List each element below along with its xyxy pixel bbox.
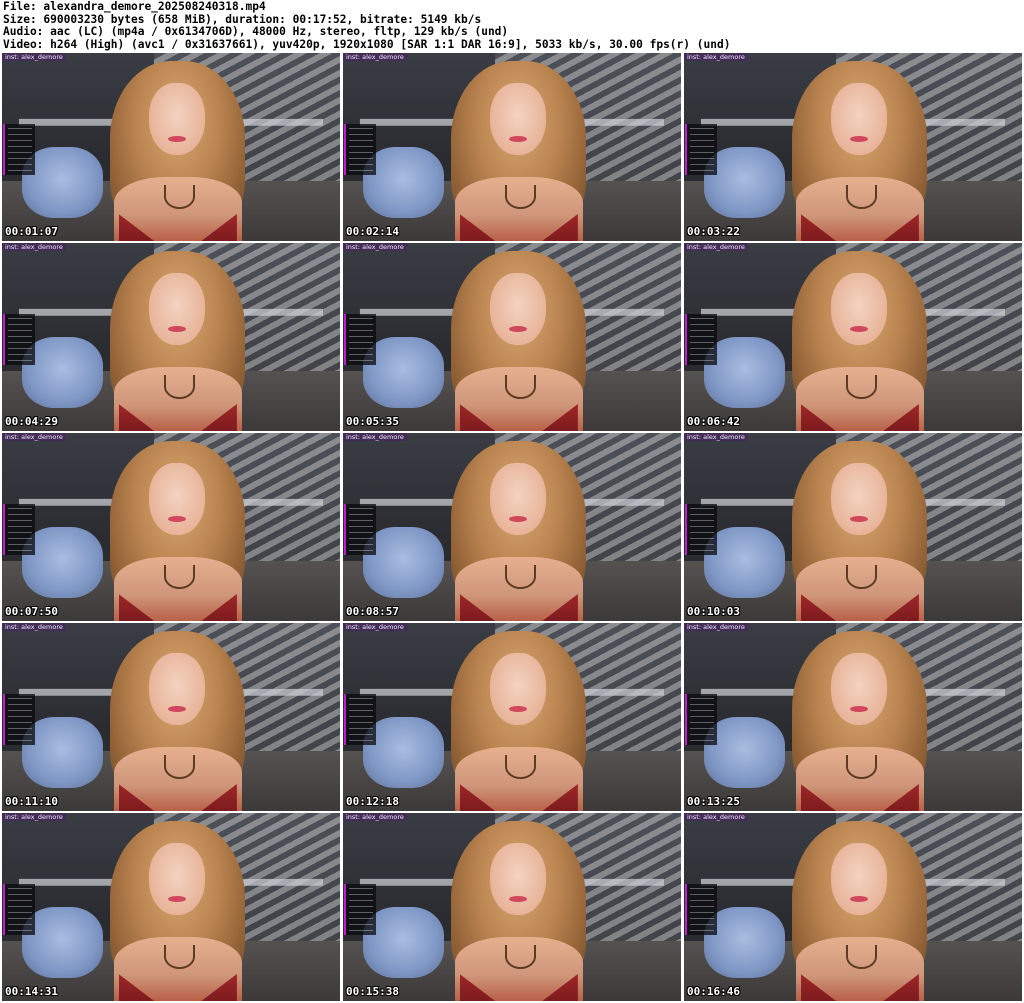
overlay-handle: inst: alex_demore [2, 53, 66, 61]
face [149, 83, 205, 155]
overlay-handle: inst: alex_demore [343, 243, 407, 251]
stream-overlay-panel [685, 314, 718, 366]
overlay-handle: inst: alex_demore [684, 813, 748, 821]
thumbnail-grid: inst: alex_demore 00:01:07 inst: alex_demo… [2, 53, 1022, 1001]
stream-overlay-panel [3, 694, 36, 746]
video-thumbnail[interactable]: inst: alex_demore 00:01:07 [2, 53, 340, 241]
timecode-label: 00:05:35 [346, 415, 399, 428]
file-line: File: alexandra_demore_202508240318.mp4 [3, 1, 266, 13]
video-thumbnail[interactable]: inst: alex_demore 00:11:10 [2, 623, 340, 811]
video-thumbnail[interactable]: inst: alex_demore 00:05:35 [343, 243, 681, 431]
stream-overlay-panel [344, 884, 377, 936]
stream-overlay-panel [3, 314, 36, 366]
overlay-handle: inst: alex_demore [684, 53, 748, 61]
stream-overlay-panel [685, 504, 718, 556]
timecode-label: 00:13:25 [687, 795, 740, 808]
person [93, 53, 262, 241]
overlay-handle: inst: alex_demore [343, 813, 407, 821]
timecode-label: 00:03:22 [687, 225, 740, 238]
face [149, 463, 205, 535]
face [490, 653, 546, 725]
video-thumbnail[interactable]: inst: alex_demore 00:15:38 [343, 813, 681, 1001]
person [93, 813, 262, 1001]
face [490, 83, 546, 155]
video-thumbnail[interactable]: inst: alex_demore 00:13:25 [684, 623, 1022, 811]
person [775, 813, 944, 1001]
timecode-label: 00:15:38 [346, 985, 399, 998]
stream-overlay-panel [3, 124, 36, 176]
stream-overlay-panel [685, 884, 718, 936]
face [149, 843, 205, 915]
overlay-handle: inst: alex_demore [2, 243, 66, 251]
person [434, 243, 603, 431]
overlay-handle: inst: alex_demore [343, 433, 407, 441]
stream-overlay-panel [344, 314, 377, 366]
timecode-label: 00:06:42 [687, 415, 740, 428]
face [831, 83, 887, 155]
person [434, 813, 603, 1001]
timecode-label: 00:08:57 [346, 605, 399, 618]
video-thumbnail[interactable]: inst: alex_demore 00:04:29 [2, 243, 340, 431]
stream-overlay-panel [3, 504, 36, 556]
timecode-label: 00:02:14 [346, 225, 399, 238]
overlay-handle: inst: alex_demore [2, 623, 66, 631]
video-thumbnail[interactable]: inst: alex_demore 00:16:46 [684, 813, 1022, 1001]
face [490, 273, 546, 345]
overlay-handle: inst: alex_demore [343, 53, 407, 61]
timecode-label: 00:01:07 [5, 225, 58, 238]
timecode-label: 00:11:10 [5, 795, 58, 808]
stream-overlay-panel [344, 124, 377, 176]
overlay-handle: inst: alex_demore [684, 433, 748, 441]
person [775, 623, 944, 811]
face [831, 273, 887, 345]
face [831, 843, 887, 915]
person [93, 433, 262, 621]
timecode-label: 00:12:18 [346, 795, 399, 808]
face [831, 653, 887, 725]
timecode-label: 00:10:03 [687, 605, 740, 618]
timecode-label: 00:07:50 [5, 605, 58, 618]
face [149, 653, 205, 725]
overlay-handle: inst: alex_demore [2, 813, 66, 821]
timecode-label: 00:16:46 [687, 985, 740, 998]
stream-overlay-panel [685, 694, 718, 746]
person [775, 433, 944, 621]
video-thumbnail[interactable]: inst: alex_demore 00:14:31 [2, 813, 340, 1001]
person [434, 433, 603, 621]
audio-line: Audio: aac (LC) (mp4a / 0x6134706D), 480… [3, 26, 509, 39]
video-thumbnail[interactable]: inst: alex_demore 00:02:14 [343, 53, 681, 241]
person [93, 623, 262, 811]
face [490, 463, 546, 535]
video-thumbnail[interactable]: inst: alex_demore 00:07:50 [2, 433, 340, 621]
overlay-handle: inst: alex_demore [684, 623, 748, 631]
timecode-label: 00:04:29 [5, 415, 58, 428]
stream-overlay-panel [3, 884, 36, 936]
person [434, 623, 603, 811]
video-thumbnail[interactable]: inst: alex_demore 00:12:18 [343, 623, 681, 811]
face [490, 843, 546, 915]
video-thumbnail[interactable]: inst: alex_demore 00:06:42 [684, 243, 1022, 431]
overlay-handle: inst: alex_demore [684, 243, 748, 251]
person [93, 243, 262, 431]
stream-overlay-panel [685, 124, 718, 176]
video-thumbnail[interactable]: inst: alex_demore 00:08:57 [343, 433, 681, 621]
face [831, 463, 887, 535]
timecode-label: 00:14:31 [5, 985, 58, 998]
overlay-handle: inst: alex_demore [343, 623, 407, 631]
stream-overlay-panel [344, 504, 377, 556]
person [775, 243, 944, 431]
video-line: Video: h264 (High) (avc1 / 0x31637661), … [3, 38, 731, 51]
stream-overlay-panel [344, 694, 377, 746]
video-thumbnail[interactable]: inst: alex_demore 00:03:22 [684, 53, 1022, 241]
person [775, 53, 944, 241]
overlay-handle: inst: alex_demore [2, 433, 66, 441]
video-info-header: File: alexandra_demore_202508240318.mp4 … [3, 1, 1021, 51]
video-thumbnail[interactable]: inst: alex_demore 00:10:03 [684, 433, 1022, 621]
face [149, 273, 205, 345]
size-line: Size: 690003230 bytes (658 MiB), duratio… [3, 13, 482, 26]
person [434, 53, 603, 241]
